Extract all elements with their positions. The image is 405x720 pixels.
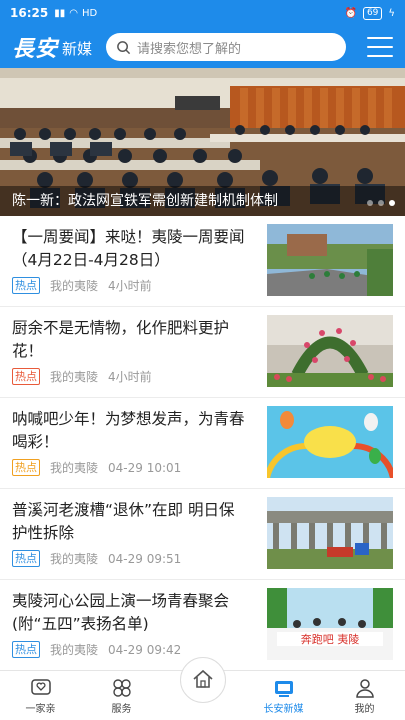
hot-tag: 热点: [12, 277, 40, 294]
news-item[interactable]: 厨余不是无情物，化作肥料更护花！ 热点 我的夷陵 4小时前: [0, 307, 405, 398]
news-thumbnail: [267, 315, 393, 387]
banner-caption: 陈一新：政法网宣铁军需创新建制机制体制: [0, 186, 405, 216]
tab-home[interactable]: [162, 657, 243, 720]
news-source: 我的夷陵: [50, 370, 99, 384]
search-input[interactable]: 请搜索您想了解的: [106, 33, 347, 61]
news-time: 04-29 10:01: [108, 460, 182, 475]
alarm-icon: ⏰: [344, 7, 357, 19]
status-bar: 16:25 ▮▮ ◠ HD ⏰ 69 ϟ: [0, 0, 405, 26]
user-icon: [355, 679, 374, 698]
news-title: 呐喊吧少年！为梦想发声，为青春喝彩！: [12, 410, 245, 451]
search-placeholder: 请搜索您想了解的: [137, 41, 242, 57]
network-label: HD: [81, 7, 98, 19]
tab-label: 一家亲: [25, 704, 56, 715]
news-item[interactable]: 呐喊吧少年！为梦想发声，为青春喝彩！ 热点 我的夷陵 04-29 10:01: [0, 398, 405, 489]
news-time: 04-29 09:42: [108, 642, 182, 657]
hot-tag: 热点: [12, 368, 40, 385]
status-time: 16:25: [10, 6, 49, 20]
app-logo-subtitle: 新媒: [62, 40, 93, 58]
news-time: 04-29 09:51: [108, 551, 182, 566]
news-title: 普溪河老渡槽“退休”在即 明日保护性拆除: [12, 501, 235, 542]
tab-mine[interactable]: 我的: [324, 671, 405, 720]
tab-changan-media[interactable]: 长安新媒: [243, 671, 324, 720]
search-icon: [117, 40, 131, 54]
news-source: 我的夷陵: [50, 552, 99, 566]
news-title: 【一周要闻】来哒！夷陵一周要闻（4月22日-4月28日）: [12, 228, 245, 269]
carousel-dot: [367, 200, 373, 206]
news-thumbnail: 奔跑吧 夷陵: [267, 588, 393, 660]
news-title: 厨余不是无情物，化作肥料更护花！: [12, 319, 230, 360]
news-time: 4小时前: [108, 370, 152, 384]
news-source: 我的夷陵: [50, 643, 99, 657]
heart-chat-icon: [30, 679, 51, 695]
tab-family[interactable]: 一家亲: [0, 671, 81, 720]
hot-tag: 热点: [12, 459, 40, 476]
battery-icon: 69: [362, 6, 383, 20]
signal-icon: ▮▮: [54, 7, 66, 19]
wifi-icon: ◠: [69, 7, 78, 19]
app-header: 長安 新媒 请搜索您想了解的: [0, 26, 405, 68]
app-logo: 長安: [12, 36, 59, 62]
tab-label: 服务: [111, 704, 132, 715]
home-button[interactable]: [179, 657, 226, 703]
menu-icon[interactable]: [367, 37, 393, 57]
news-item[interactable]: 普溪河老渡槽“退休”在即 明日保护性拆除 热点 我的夷陵 04-29 09:51: [0, 489, 405, 580]
news-thumbnail: [267, 497, 393, 569]
bottom-tab-bar: 一家亲 服务 长安新媒 我的: [0, 657, 405, 720]
news-source: 我的夷陵: [50, 461, 99, 475]
tab-services[interactable]: 服务: [81, 671, 162, 720]
hot-tag: 热点: [12, 641, 40, 658]
carousel-dot-active: [389, 200, 395, 206]
news-thumbnail: [267, 406, 393, 478]
home-icon: [192, 669, 213, 688]
hot-tag: 热点: [12, 550, 40, 567]
news-title: 夷陵河心公园上演一场青春聚会(附“五四”表扬名单): [12, 592, 230, 633]
news-list: 【一周要闻】来哒！夷陵一周要闻（4月22日-4月28日） 热点 我的夷陵 4小时…: [0, 216, 405, 670]
tab-label: 我的: [354, 704, 375, 715]
svg-text:奔跑吧 夷陵: 奔跑吧 夷陵: [301, 632, 360, 646]
charging-icon: ϟ: [388, 7, 395, 19]
tab-label: 长安新媒: [263, 704, 304, 715]
banner-carousel[interactable]: 陈一新：政法网宣铁军需创新建制机制体制: [0, 68, 405, 216]
news-time: 4小时前: [108, 279, 152, 293]
news-thumbnail: [267, 224, 393, 296]
carousel-dot: [378, 200, 384, 206]
news-source: 我的夷陵: [50, 279, 99, 293]
media-icon: [274, 681, 293, 697]
news-item[interactable]: 【一周要闻】来哒！夷陵一周要闻（4月22日-4月28日） 热点 我的夷陵 4小时…: [0, 216, 405, 307]
grid-icon: [112, 679, 131, 697]
carousel-indicator: [367, 200, 395, 206]
